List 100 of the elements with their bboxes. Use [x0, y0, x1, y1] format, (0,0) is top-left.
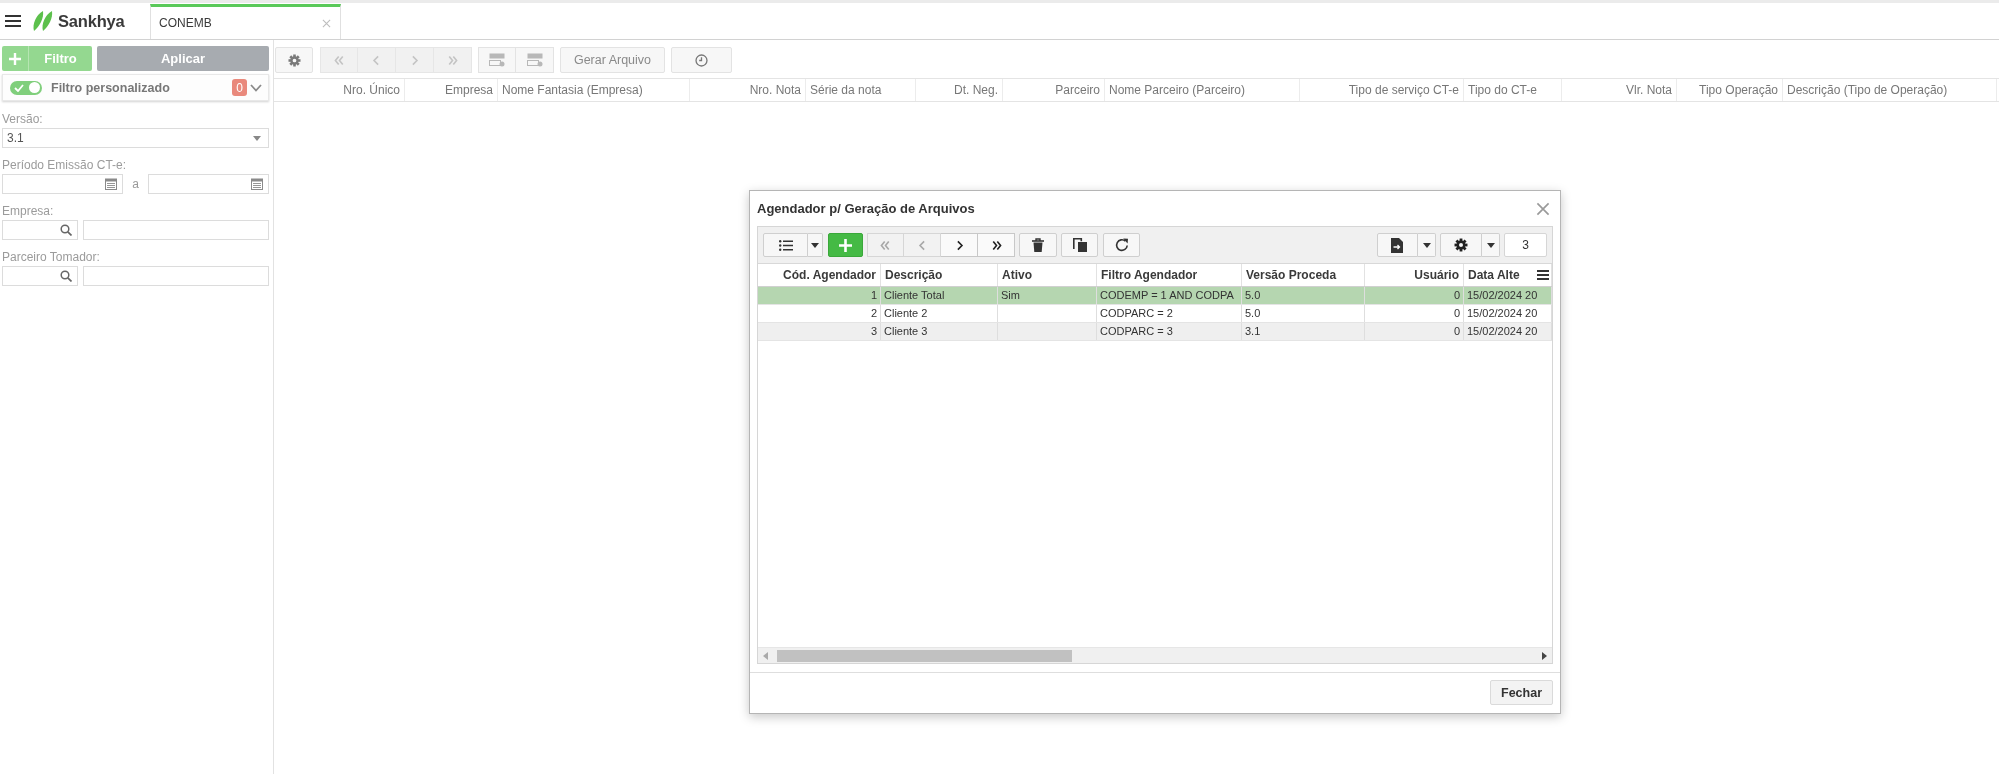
column-header[interactable]: Nome Fantasia (Empresa)	[498, 79, 690, 101]
calendar-icon[interactable]	[105, 178, 117, 190]
table-cell: 5.0	[1242, 305, 1365, 322]
horizontal-scrollbar[interactable]	[758, 647, 1552, 663]
list-icon	[778, 239, 793, 251]
toggle-switch[interactable]	[10, 80, 42, 95]
leaf-logo-icon	[32, 11, 54, 31]
column-header[interactable]: Tipo do CT-e	[1464, 79, 1562, 101]
generate-file-button[interactable]: Gerar Arquivo	[560, 47, 665, 73]
column-header[interactable]: Filtro Agendador	[1097, 264, 1242, 286]
code-field[interactable]	[2, 266, 78, 286]
export-button[interactable]	[1377, 233, 1418, 257]
column-header[interactable]: Versão Proceda	[1242, 264, 1365, 286]
menu-icon[interactable]	[5, 15, 21, 27]
column-header[interactable]: Tipo Operação	[1677, 79, 1783, 101]
column-header[interactable]: Data Alte	[1464, 264, 1552, 286]
settings-button[interactable]	[1440, 233, 1482, 257]
dropdown-button[interactable]	[1482, 233, 1500, 257]
date-field[interactable]	[148, 174, 269, 194]
caret-icon	[253, 135, 261, 141]
record-count-field[interactable]: 3	[1504, 233, 1547, 257]
column-header[interactable]: Nro. Único	[274, 79, 405, 101]
table-cell: 2	[758, 305, 881, 322]
column-header[interactable]: Série da nota	[806, 79, 916, 101]
field-label: Parceiro Tomador:	[2, 250, 100, 264]
description-field[interactable]	[83, 220, 269, 240]
close-button[interactable]	[1536, 201, 1550, 216]
table-cell: 3.1	[1242, 323, 1365, 340]
caret-icon	[811, 242, 819, 248]
table-row[interactable]: 3 Cliente 3 CODPARC = 3 3.1 0 15/02/2024 20	[758, 323, 1552, 341]
table-cell: 3	[758, 323, 881, 340]
caret-icon	[1422, 242, 1431, 248]
field-label: Versão:	[2, 112, 43, 126]
dropdown-field[interactable]: 3.1	[2, 128, 269, 148]
scroll-left-icon[interactable]	[763, 651, 768, 660]
gear-icon	[1454, 238, 1468, 252]
column-header[interactable]: Descrição (Tipo de Operação)	[1783, 79, 1997, 101]
double-chevron-right-icon	[446, 53, 459, 67]
calendar-icon[interactable]	[251, 178, 263, 190]
list-button[interactable]	[763, 233, 808, 257]
copy-button[interactable]	[1061, 233, 1098, 257]
form-icon	[526, 53, 543, 67]
table-cell: 15/02/2024 20	[1464, 287, 1552, 304]
custom-filter-label: Filtro personalizado	[51, 80, 170, 95]
plus-icon	[839, 238, 852, 252]
copy-icon	[1072, 238, 1087, 252]
table-cell: Cliente Total	[881, 287, 998, 304]
table-row[interactable]: 1 Cliente Total Sim CODEMP = 1 AND CODPA 5.0 0 15/02/2024 20	[758, 287, 1552, 305]
chevron-down-icon[interactable]	[250, 83, 262, 92]
dropdown-button[interactable]	[808, 233, 823, 257]
description-field[interactable]	[83, 266, 269, 286]
table-cell: CODPARC = 3	[1097, 323, 1242, 340]
refresh-button[interactable]	[1103, 233, 1140, 257]
table-cell: 0	[1365, 287, 1464, 304]
search-icon[interactable]	[60, 224, 72, 236]
column-header[interactable]: Usuário	[1365, 264, 1464, 286]
column-header[interactable]: Empresa	[405, 79, 498, 101]
column-header[interactable]: Descrição	[881, 264, 998, 286]
column-header[interactable]: Nro. Nota	[690, 79, 806, 101]
field-label: Empresa:	[2, 204, 54, 218]
close-icon	[322, 18, 331, 28]
check-icon	[14, 83, 24, 92]
table-cell: CODPARC = 2	[1097, 305, 1242, 322]
column-header[interactable]: Tipo de serviço CT-e	[1300, 79, 1464, 101]
count-badge: 0	[232, 79, 247, 96]
column-header[interactable]: Dt. Neg.	[916, 79, 1003, 101]
schedule-button[interactable]	[671, 47, 732, 73]
table-cell: 15/02/2024 20	[1464, 305, 1552, 322]
footer-close-button[interactable]: Fechar	[1490, 680, 1553, 705]
code-field[interactable]	[2, 220, 78, 240]
dropdown-button[interactable]	[1418, 233, 1436, 257]
add-button[interactable]	[828, 233, 863, 257]
scrollbar-thumb[interactable]	[777, 649, 1072, 662]
gear-icon	[287, 53, 301, 67]
column-header[interactable]: Ativo	[998, 264, 1097, 286]
form-button[interactable]	[478, 47, 516, 73]
close-icon	[1536, 201, 1550, 216]
range-separator: a	[132, 177, 139, 191]
form-button[interactable]	[516, 47, 554, 73]
last-page-button[interactable]	[978, 233, 1015, 257]
table-cell: 15/02/2024 20	[1464, 323, 1552, 340]
table-cell: Sim	[998, 287, 1097, 304]
column-header[interactable]: Nome Parceiro (Parceiro)	[1105, 79, 1300, 101]
column-header[interactable]: Cód. Agendador	[758, 264, 881, 286]
table-cell: Cliente 2	[881, 305, 998, 322]
column-menu-icon[interactable]	[1537, 270, 1549, 280]
dialog-title: Agendador p/ Geração de Arquivos	[757, 201, 975, 216]
trash-icon	[1032, 238, 1044, 252]
tab[interactable]: CONEMB	[150, 4, 341, 39]
refresh-icon	[1114, 238, 1129, 252]
table-cell: CODEMP = 1 AND CODPA	[1097, 287, 1242, 304]
caret-icon	[1486, 242, 1495, 248]
date-field[interactable]	[2, 174, 123, 194]
column-header[interactable]: Parceiro	[1003, 79, 1105, 101]
table-cell: Cliente 3	[881, 323, 998, 340]
field-label: Período Emissão CT-e:	[2, 158, 127, 172]
delete-button[interactable]	[1019, 233, 1057, 257]
scroll-right-icon[interactable]	[1542, 651, 1547, 660]
search-icon[interactable]	[60, 270, 72, 282]
column-header[interactable]: Vlr. Nota	[1562, 79, 1677, 101]
